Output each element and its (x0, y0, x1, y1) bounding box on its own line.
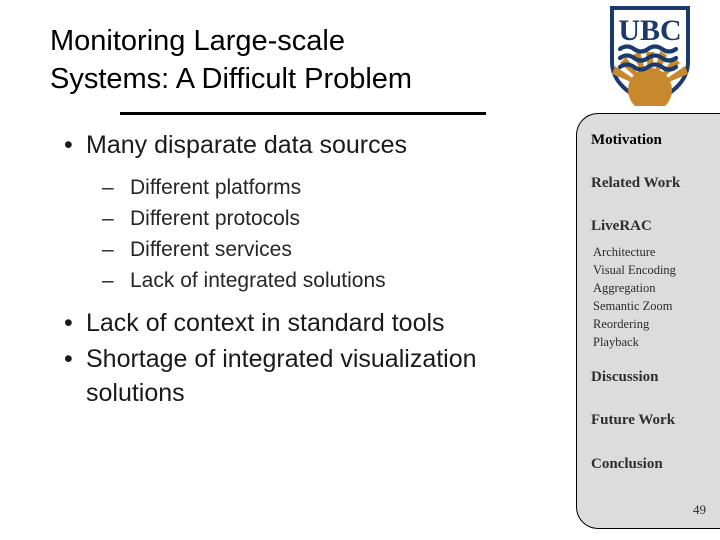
list-item-label: Different platforms (130, 176, 302, 199)
nav-subitem-semantic-zoom[interactable]: Semantic Zoom (593, 299, 673, 314)
bullet-marker: • (64, 131, 73, 159)
list-item: – Different protocols (52, 203, 564, 234)
page-title-line2: Systems: A Difficult Problem (50, 63, 413, 95)
outline-nav-panel: Motivation Related Work LiveRAC Architec… (576, 113, 720, 529)
list-item-label: Lack of integrated solutions (130, 269, 386, 292)
list-item-label: Different services (130, 238, 292, 261)
slide-canvas: UBC Monitoring Large-scale Systems: A Di… (0, 0, 720, 540)
list-item-label: Different protocols (130, 207, 301, 230)
nav-item-discussion[interactable]: Discussion (591, 369, 659, 386)
slide-number: 49 (693, 502, 706, 517)
list-item: • Lack of context in standard tools (52, 306, 564, 340)
list-item-label: Many disparate data sources (86, 131, 408, 159)
bullet-marker: • (64, 345, 73, 373)
content-bullet-list: • Many disparate data sources – Differen… (52, 128, 564, 412)
list-item: • Shortage of integrated visualization s… (52, 342, 564, 410)
nav-item-liverac[interactable]: LiveRAC (591, 218, 652, 235)
nav-item-motivation[interactable]: Motivation (591, 132, 662, 149)
dash-marker: – (102, 269, 114, 292)
dash-marker: – (102, 176, 114, 199)
list-item-label: Shortage of integrated visualization sol… (86, 345, 477, 407)
nav-item-related-work[interactable]: Related Work (591, 175, 680, 192)
nav-subitem-architecture[interactable]: Architecture (593, 245, 655, 260)
list-item: – Lack of integrated solutions (52, 265, 564, 296)
nav-subitem-aggregation[interactable]: Aggregation (593, 281, 655, 296)
ubc-logo: UBC (598, 2, 702, 106)
page-title-line1: Monitoring Large-scale (50, 25, 345, 57)
list-item: – Different services (52, 234, 564, 265)
ubc-wordmark: UBC (618, 14, 681, 47)
title-divider (120, 112, 486, 115)
page-title: Monitoring Large-scale Systems: A Diffic… (50, 22, 570, 98)
list-item-label: Lack of context in standard tools (86, 309, 445, 337)
nav-subitem-reordering[interactable]: Reordering (593, 317, 649, 332)
nav-subitem-playback[interactable]: Playback (593, 335, 639, 350)
bullet-marker: • (64, 309, 73, 337)
list-item: • Many disparate data sources (52, 128, 564, 162)
dash-marker: – (102, 238, 114, 261)
nav-item-conclusion[interactable]: Conclusion (591, 456, 663, 473)
list-item: – Different platforms (52, 172, 564, 203)
nav-subitem-visual-encoding[interactable]: Visual Encoding (593, 263, 676, 278)
nav-item-future-work[interactable]: Future Work (591, 412, 675, 429)
dash-marker: – (102, 207, 114, 230)
